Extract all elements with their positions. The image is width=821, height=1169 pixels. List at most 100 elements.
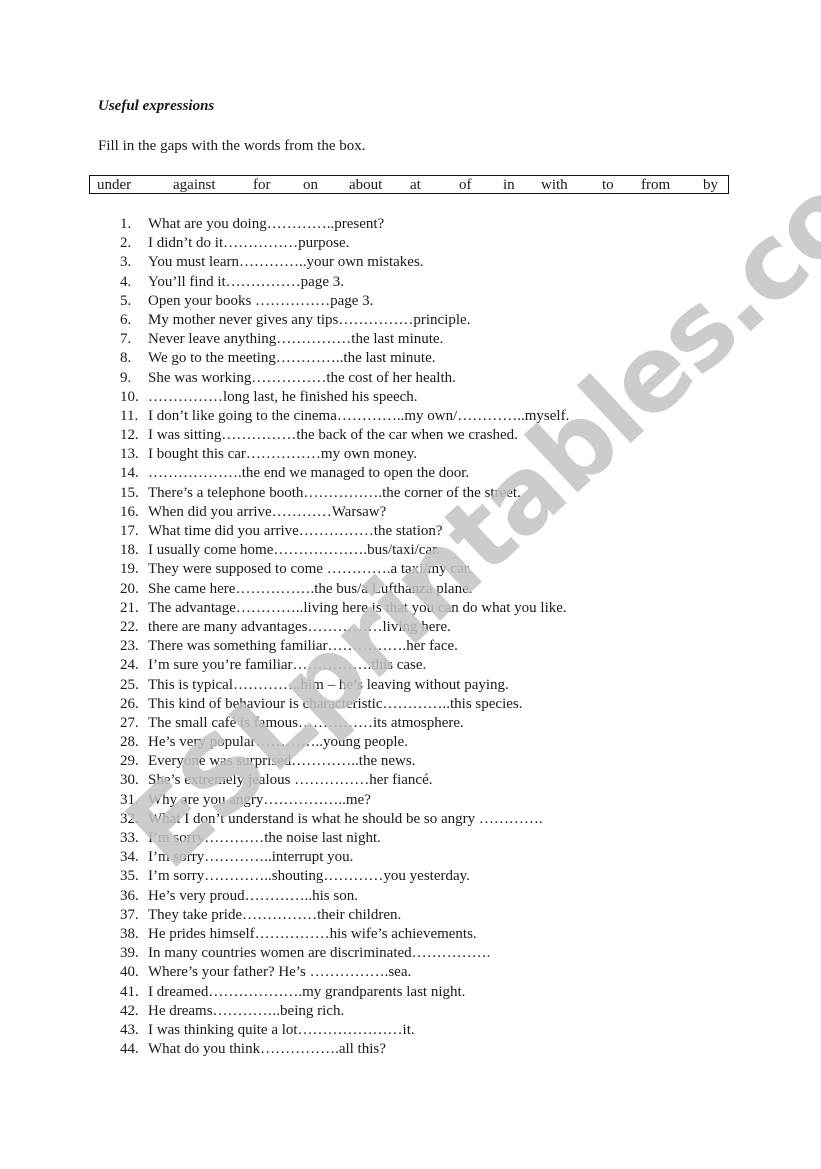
exercise-item: 23. There was something familiar…………….her… <box>120 637 569 656</box>
word-box-item: of <box>459 177 472 193</box>
word-box-item: about <box>349 177 383 193</box>
exercise-item: 36. He’s very proud…………..his son. <box>120 887 569 906</box>
exercise-number: 5. <box>120 292 132 309</box>
exercise-sentence: They were supposed to come ………….a taxi/m… <box>148 561 472 578</box>
exercise-number: 34. <box>120 849 139 866</box>
exercise-item: 29. Everyone was surprised…………..the news. <box>120 752 569 771</box>
exercise-item: 9. She was working……………the cost of her he… <box>120 369 569 388</box>
exercise-item: 35. I’m sorry…………..shouting…………you yester… <box>120 867 569 886</box>
exercise-item: 4. You’ll find it……………page 3. <box>120 273 569 292</box>
exercise-number: 11. <box>120 407 139 424</box>
exercise-sentence: This kind of behaviour is characteristic… <box>148 695 523 712</box>
exercise-number: 23. <box>120 638 139 655</box>
exercise-number: 22. <box>120 618 139 635</box>
exercise-number: 13. <box>120 446 139 463</box>
exercise-item: 41. I dreamed……………….my grandparents last … <box>120 983 569 1002</box>
exercise-sentence: This is typical…………..him – he’s leaving … <box>148 676 509 693</box>
exercise-item: 19. They were supposed to come ………….a tax… <box>120 560 569 579</box>
word-box: under against for on about at of in with… <box>89 175 729 194</box>
word-box-item: in <box>503 177 515 193</box>
exercise-item: 38. He prides himself……………his wife’s achi… <box>120 925 569 944</box>
exercise-sentence: What time did you arrive……………the station… <box>148 523 443 539</box>
word-box-item: on <box>303 177 318 193</box>
exercise-sentence: I dreamed……………….my grandparents last nig… <box>148 983 466 1000</box>
exercise-sentence: What do you think…………….all this? <box>148 1041 386 1058</box>
exercise-number: 12. <box>120 427 139 444</box>
exercise-item: 30. She’s extremely jealous ……………her fian… <box>120 771 569 790</box>
exercise-number: 15. <box>120 484 139 501</box>
worksheet-title: Useful expressions <box>98 98 215 114</box>
exercise-number: 24. <box>120 657 139 674</box>
instruction-text: Fill in the gaps with the words from the… <box>98 138 366 154</box>
exercise-number: 26. <box>120 695 139 712</box>
exercise-item: 20. She came here…………….the bus/a Lufthanz… <box>120 580 569 599</box>
exercise-list: 1. What are you doing…………..present? 2. I di… <box>120 215 569 1059</box>
exercise-item: 7. Never leave anything……………the last minu… <box>120 330 569 349</box>
exercise-sentence: When did you arrive…………Warsaw? <box>148 503 387 520</box>
exercise-item: 12. I was sitting……………the back of the car… <box>120 426 569 445</box>
word-box-item: with <box>541 177 568 193</box>
exercise-number: 29. <box>120 753 139 770</box>
exercise-number: 41. <box>120 983 139 1000</box>
exercise-item: 15. There’s a telephone booth…………….the co… <box>120 484 569 503</box>
word-box-item: at <box>410 177 421 193</box>
exercise-number: 3. <box>120 254 132 271</box>
exercise-number: 19. <box>120 561 139 578</box>
exercise-sentence: She was working……………the cost of her heal… <box>148 369 456 386</box>
exercise-item: 28. He’s very popular…………..young people. <box>120 733 569 752</box>
exercise-item: 39. In many countries women are discrimin… <box>120 944 569 963</box>
exercise-number: 43. <box>120 1021 139 1038</box>
exercise-item: 22. there are many advantages……………living … <box>120 618 569 637</box>
exercise-item: 1. What are you doing…………..present? <box>120 215 569 234</box>
exercise-sentence: I bought this car……………my own money. <box>148 446 417 463</box>
word-box-item: to <box>602 177 614 193</box>
exercise-number: 14. <box>120 465 139 482</box>
exercise-sentence: I’m sorry…………the noise last night. <box>148 830 381 846</box>
exercise-number: 6. <box>120 311 132 328</box>
exercise-sentence: I didn’t do it……………purpose. <box>148 235 350 252</box>
exercise-number: 18. <box>120 542 139 559</box>
exercise-sentence: He’s very popular…………..young people. <box>148 734 408 751</box>
exercise-number: 39. <box>120 945 139 962</box>
exercise-number: 38. <box>120 925 139 942</box>
word-box-item: against <box>173 177 216 193</box>
exercise-sentence: I usually come home……………….bus/taxi/car. <box>148 542 441 559</box>
exercise-number: 31. <box>120 791 139 808</box>
exercise-item: 33. I’m sorry…………the noise last night. <box>120 829 569 848</box>
exercise-number: 37. <box>120 906 139 923</box>
exercise-number: 9. <box>120 369 132 386</box>
exercise-number: 1. <box>120 216 132 232</box>
exercise-sentence: Everyone was surprised…………..the news. <box>148 753 416 770</box>
exercise-sentence: You’ll find it……………page 3. <box>148 273 344 290</box>
exercise-item: 37. They take pride……………their children. <box>120 906 569 925</box>
exercise-number: 42. <box>120 1002 139 1019</box>
exercise-item: 18. I usually come home……………….bus/taxi/ca… <box>120 541 569 560</box>
exercise-sentence: there are many advantages……………living her… <box>148 618 451 635</box>
exercise-sentence: The small café is famous……………its atmosph… <box>148 714 464 731</box>
exercise-sentence: I was sitting……………the back of the car wh… <box>148 427 518 444</box>
exercise-item: 17. What time did you arrive……………the stat… <box>120 522 569 541</box>
exercise-item: 13. I bought this car……………my own money. <box>120 445 569 464</box>
exercise-number: 36. <box>120 887 139 904</box>
exercise-sentence: The advantage…………..living here is that y… <box>148 599 567 616</box>
exercise-item: 26. This kind of behaviour is characteris… <box>120 695 569 714</box>
exercise-item: 3. You must learn…………..your own mistakes. <box>120 253 569 272</box>
exercise-sentence: I don’t like going to the cinema…………..my… <box>148 407 570 424</box>
exercise-item: 11. I don’t like going to the cinema………….… <box>120 407 569 426</box>
exercise-item: 6. My mother never gives any tips……………pri… <box>120 311 569 330</box>
exercise-sentence: What are you doing…………..present? <box>148 216 385 232</box>
exercise-item: 32. What I don’t understand is what he sh… <box>120 810 569 829</box>
exercise-item: 5. Open your books ……………page 3. <box>120 292 569 311</box>
word-box-item: for <box>253 177 271 193</box>
exercise-sentence: They take pride……………their children. <box>148 906 402 923</box>
exercise-item: 40. Where’s your father? He’s …………….sea. <box>120 963 569 982</box>
worksheet-page: Useful expressions Fill in the gaps with… <box>0 0 821 1169</box>
exercise-item: 31. Why are you angry……………..me? <box>120 791 569 810</box>
exercise-item: 10. ……………long last, he finished his speec… <box>120 388 569 407</box>
exercise-number: 17. <box>120 523 139 539</box>
exercise-item: 42. He dreams…………..being rich. <box>120 1002 569 1021</box>
exercise-sentence: There’s a telephone booth…………….the corne… <box>148 484 521 501</box>
exercise-number: 4. <box>120 273 132 290</box>
exercise-item: 44. What do you think…………….all this? <box>120 1040 569 1059</box>
exercise-number: 2. <box>120 235 132 252</box>
